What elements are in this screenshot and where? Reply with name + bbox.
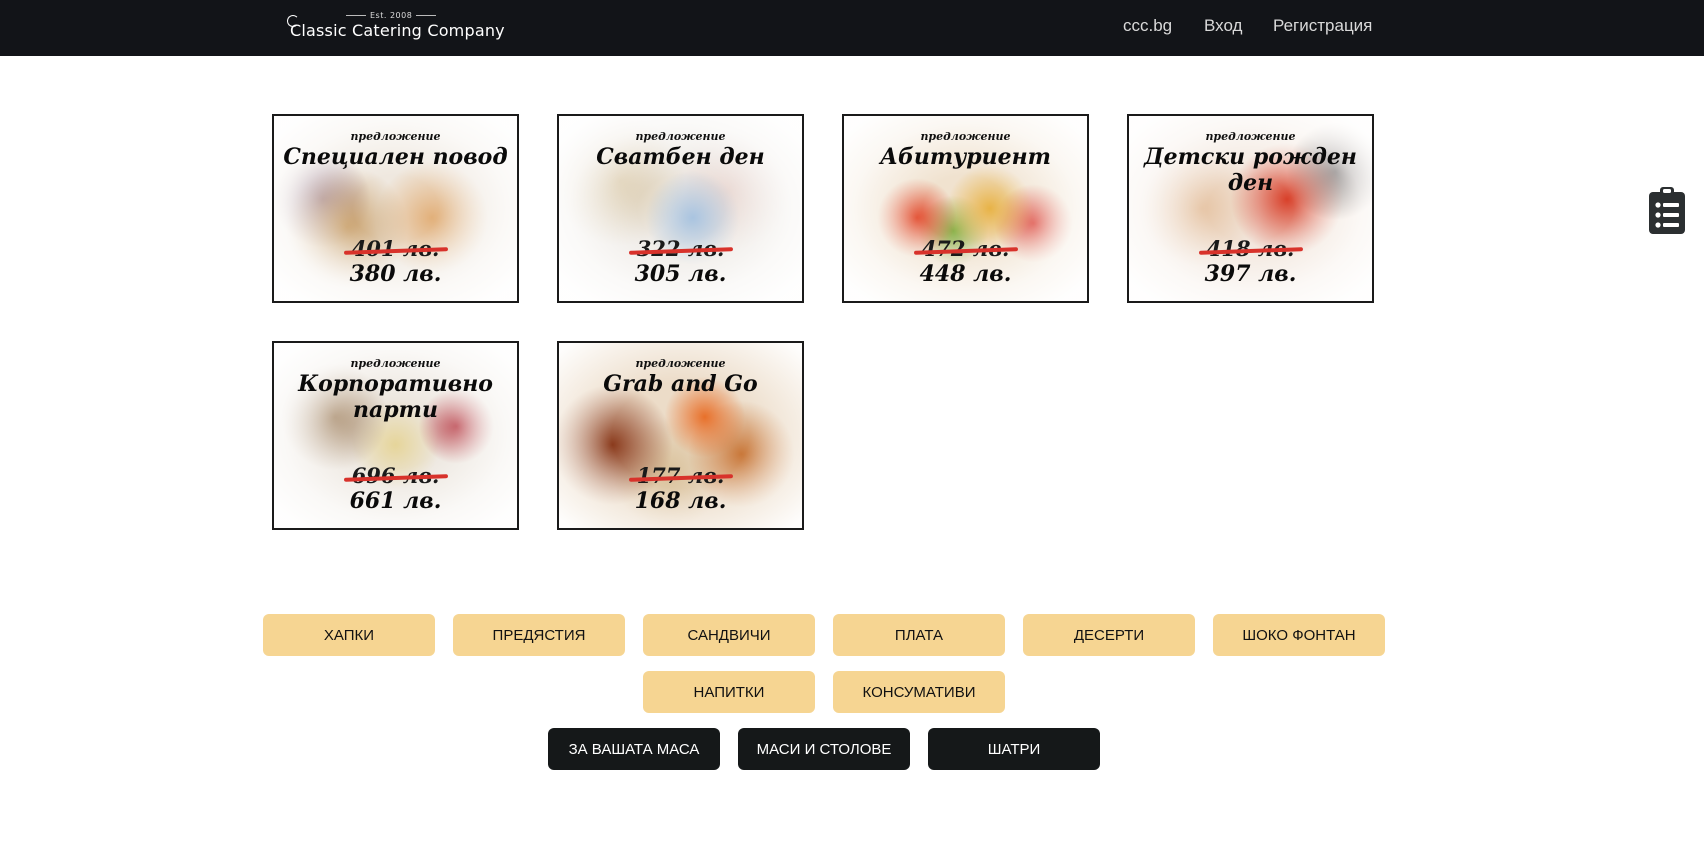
- offer-title: Корпоративно парти: [298, 371, 493, 423]
- offer-new-price: 448 лв.: [919, 261, 1012, 287]
- offer-card-graduate[interactable]: предложение Абитуриент 472 лв. 448 лв.: [842, 114, 1089, 303]
- logo-name: Classic Catering Company: [290, 21, 505, 40]
- nav-link-register[interactable]: Регистрация: [1273, 16, 1372, 36]
- offer-label: предложение: [635, 357, 726, 370]
- offer-old-price: 418 лв.: [1206, 236, 1295, 261]
- offer-card-special-occasion[interactable]: предложение Специален повод 401 лв. 380 …: [272, 114, 519, 303]
- offer-title: Специален повод: [283, 144, 508, 170]
- category-button-platters[interactable]: ПЛАТА: [833, 614, 1005, 656]
- offer-card-wedding[interactable]: предложение Сватбен ден 322 лв. 305 лв.: [557, 114, 804, 303]
- offer-card-corporate-party[interactable]: предложение Корпоративно парти 696 лв. 6…: [272, 341, 519, 530]
- offer-card-grab-and-go[interactable]: предложение Grab and Go 177 лв. 168 лв.: [557, 341, 804, 530]
- category-button-drinks[interactable]: НАПИТКИ: [643, 671, 815, 713]
- category-button-appetizers[interactable]: ПРЕДЯСТИЯ: [453, 614, 625, 656]
- category-button-bites[interactable]: ХАПКИ: [263, 614, 435, 656]
- offer-title: Grab and Go: [603, 371, 758, 397]
- nav-link-ccc[interactable]: ccc.bg: [1123, 16, 1172, 36]
- logo[interactable]: Est. 2008 Classic Catering Company: [287, 11, 505, 45]
- offer-old-price: 696 лв.: [351, 463, 440, 488]
- offer-new-price: 661 лв.: [349, 488, 442, 514]
- nav-link-login[interactable]: Вход: [1204, 16, 1242, 36]
- extra-button-tables-chairs[interactable]: МАСИ И СТОЛОВЕ: [738, 728, 910, 770]
- offer-new-price: 397 лв.: [1204, 261, 1297, 287]
- offer-new-price: 305 лв.: [634, 261, 727, 287]
- offer-old-price: 472 лв.: [921, 236, 1010, 261]
- offer-old-price: 322 лв.: [636, 236, 725, 261]
- category-button-choco-fountain[interactable]: ШОКО ФОНТАН: [1213, 614, 1385, 656]
- offer-card-kids-birthday[interactable]: предложение Детски рожден ден 418 лв. 39…: [1127, 114, 1374, 303]
- offer-label: предложение: [1205, 130, 1296, 143]
- offer-old-price: 177 лв.: [636, 463, 725, 488]
- offer-label: предложение: [635, 130, 726, 143]
- category-button-sandwiches[interactable]: САНДВИЧИ: [643, 614, 815, 656]
- offer-label: предложение: [350, 357, 441, 370]
- category-button-consumables[interactable]: КОНСУМАТИВИ: [833, 671, 1005, 713]
- offer-new-price: 168 лв.: [634, 488, 727, 514]
- offer-label: предложение: [350, 130, 441, 143]
- extra-button-tents[interactable]: ШАТРИ: [928, 728, 1100, 770]
- offer-old-price: 401 лв.: [351, 236, 440, 261]
- clipboard-list-icon[interactable]: [1647, 186, 1687, 236]
- category-button-desserts[interactable]: ДЕСЕРТИ: [1023, 614, 1195, 656]
- offer-title: Абитуриент: [880, 144, 1051, 170]
- extra-button-for-your-table[interactable]: ЗА ВАШАТА МАСА: [548, 728, 720, 770]
- logo-est: Est. 2008: [342, 11, 440, 20]
- top-navbar: Est. 2008 Classic Catering Company ccc.b…: [0, 0, 1704, 56]
- offer-new-price: 380 лв.: [349, 261, 442, 287]
- offer-label: предложение: [920, 130, 1011, 143]
- offer-title: Сватбен ден: [596, 144, 765, 170]
- offer-title: Детски рожден ден: [1144, 144, 1357, 196]
